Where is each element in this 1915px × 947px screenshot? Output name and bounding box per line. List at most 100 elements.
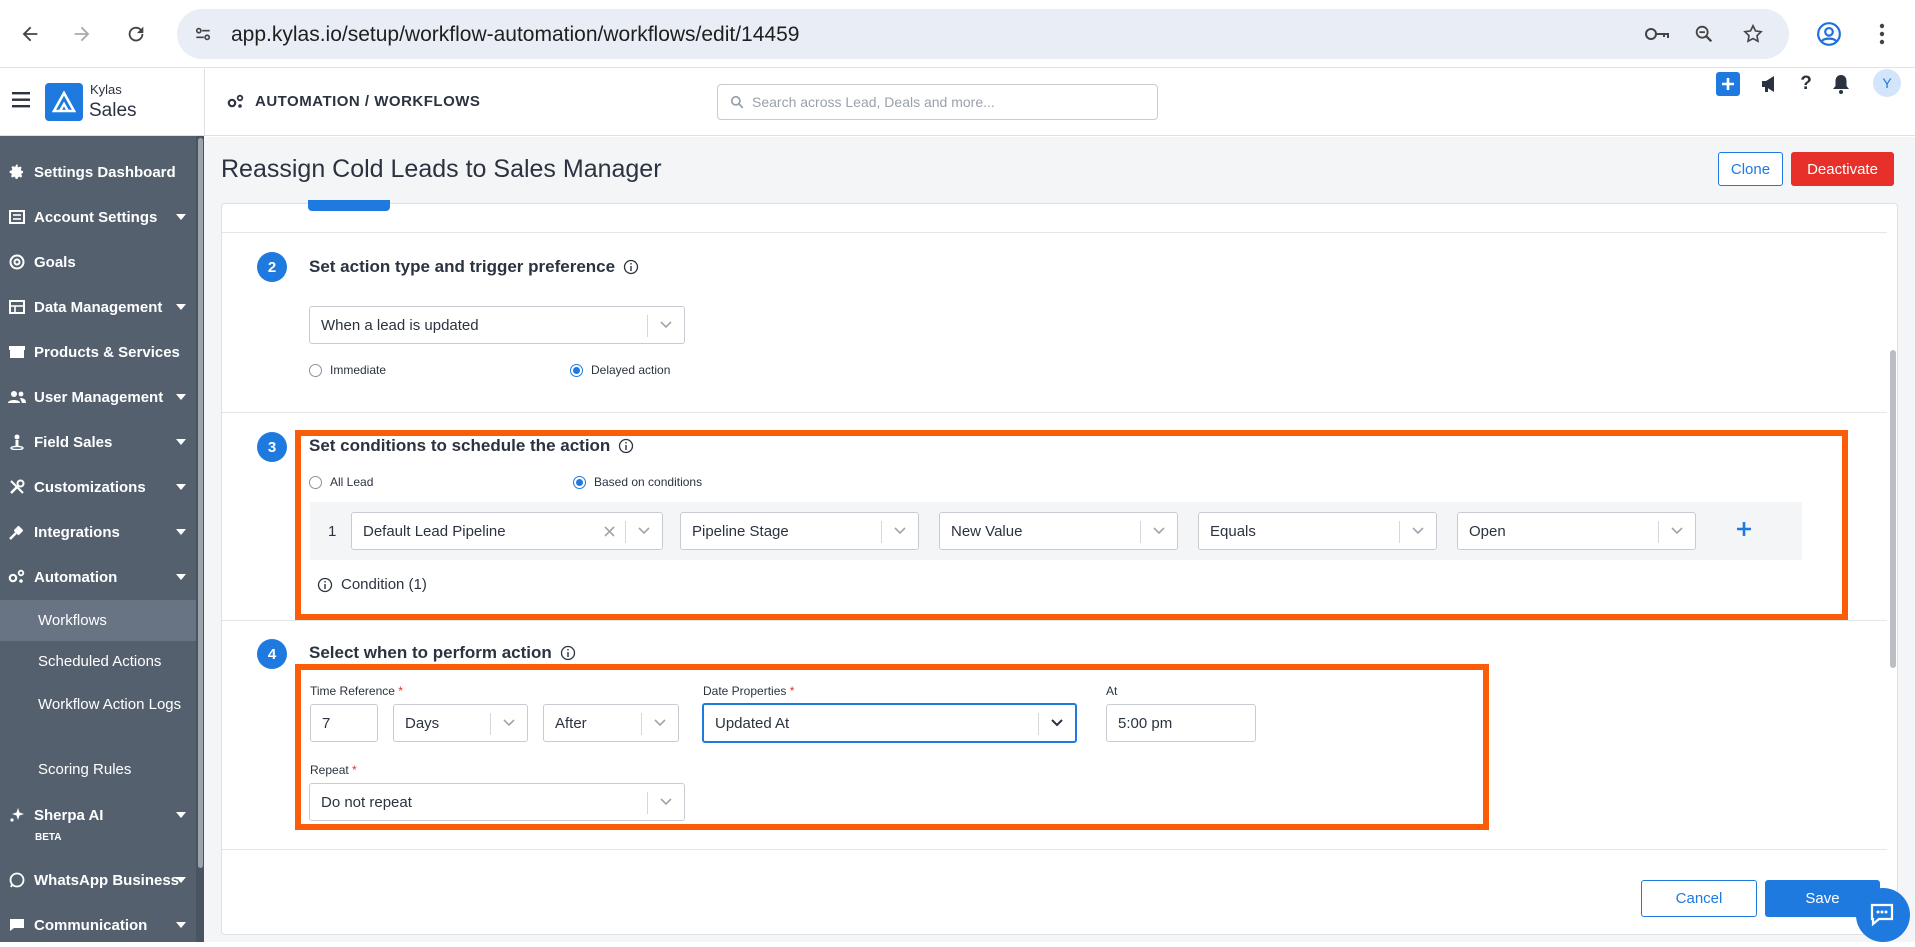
back-icon[interactable]	[12, 16, 48, 52]
radio-circle	[309, 363, 322, 377]
sidebar-item-whatsapp-business[interactable]: WhatsApp Business	[0, 858, 196, 902]
site-settings-icon[interactable]	[189, 20, 217, 48]
caret-down-icon	[176, 304, 186, 310]
sidebar-item-label: Field Sales	[34, 433, 113, 451]
sidebar-item-label: Customizations	[34, 478, 146, 496]
browser-toolbar: app.kylas.io/setup/workflow-automation/w…	[0, 0, 1915, 68]
info-icon[interactable]	[560, 645, 576, 661]
step-number-badge: 2	[257, 252, 287, 282]
sidebar-item-data-management[interactable]: Data Management	[0, 285, 196, 329]
address-bar[interactable]: app.kylas.io/setup/workflow-automation/w…	[177, 9, 1789, 59]
automation-icon	[227, 94, 244, 108]
sidebar-item-field-sales[interactable]: Field Sales	[0, 420, 196, 464]
plug-icon	[8, 523, 26, 541]
target-icon	[8, 253, 26, 271]
trigger-select[interactable]: When a lead is updated	[309, 306, 685, 344]
sidebar-item-label: Sherpa AI	[34, 806, 104, 824]
sidebar-item-sherpa-ai[interactable]: Sherpa AI	[0, 793, 196, 837]
global-search-input[interactable]: Search across Lead, Deals and more...	[717, 84, 1158, 120]
caret-down-icon	[176, 877, 186, 883]
user-avatar[interactable]: Y	[1873, 69, 1901, 97]
reload-icon[interactable]	[118, 16, 154, 52]
account-icon	[8, 208, 26, 226]
tools-icon	[8, 478, 26, 496]
radio-delayed-action[interactable]: Delayed action	[570, 363, 670, 377]
zoom-icon[interactable]	[1690, 20, 1718, 48]
deactivate-button[interactable]: Deactivate	[1791, 152, 1894, 186]
radio-label: Delayed action	[591, 363, 671, 377]
brand-product: Sales	[89, 100, 137, 121]
section-title-text: Set action type and trigger preference	[309, 257, 616, 276]
caret-down-icon	[176, 214, 186, 220]
key-icon[interactable]	[1643, 20, 1671, 48]
caret-down-icon	[176, 922, 186, 928]
sidebar-subitem-scoring-rules[interactable]: Scoring Rules	[0, 750, 196, 790]
sidebar-item-goals[interactable]: Goals	[0, 240, 196, 284]
trigger-select-value: When a lead is updated	[321, 316, 479, 334]
forward-icon[interactable]	[64, 16, 100, 52]
chat-support-icon	[1870, 903, 1894, 927]
sidebar-item-customizations[interactable]: Customizations	[0, 465, 196, 509]
sidebar-item-communication[interactable]: Communication	[0, 903, 196, 947]
section-divider	[222, 232, 1887, 233]
sidebar-item-label: Automation	[34, 568, 118, 586]
breadcrumb-text: AUTOMATION / WORKFLOWS	[255, 93, 481, 110]
highlight-box-conditions	[295, 430, 1848, 620]
hamburger-menu-icon[interactable]	[12, 91, 32, 109]
caret-down-icon	[176, 439, 186, 445]
sidebar-item-label: Settings Dashboard	[34, 163, 176, 181]
chevron-down-icon	[660, 321, 672, 329]
whatsapp-icon	[8, 871, 26, 889]
notification-bell-icon[interactable]	[1826, 69, 1856, 99]
section-divider	[222, 412, 1887, 413]
profile-icon[interactable]	[1811, 16, 1847, 52]
cancel-button[interactable]: Cancel	[1641, 880, 1757, 917]
sidebar-item-label: Goals	[34, 253, 76, 271]
caret-down-icon	[176, 484, 186, 490]
sidebar-item-label: Data Management	[34, 298, 163, 316]
sidebar-item-automation[interactable]: Automation	[0, 555, 196, 599]
browser-menu-icon[interactable]	[1864, 16, 1900, 52]
form-scrollbar-thumb[interactable]	[1890, 350, 1896, 668]
caret-down-icon	[176, 394, 186, 400]
radio-immediate[interactable]: Immediate	[309, 363, 386, 377]
caret-down-icon	[176, 812, 186, 818]
box-icon	[8, 343, 26, 361]
clone-button[interactable]: Clone	[1718, 152, 1783, 186]
sidebar-item-products-services[interactable]: Products & Services	[0, 330, 196, 374]
sidebar-item-account-settings[interactable]: Account Settings	[0, 195, 196, 239]
sidebar-subitem-scheduled-actions[interactable]: Scheduled Actions	[0, 642, 196, 682]
caret-down-icon	[176, 574, 186, 580]
sidebar-item-label: Products & Services	[34, 343, 180, 361]
step-number-badge: 4	[257, 639, 287, 669]
select-separator	[647, 315, 648, 337]
kylas-logo-icon[interactable]	[45, 83, 83, 121]
highlight-box-schedule	[295, 664, 1489, 830]
sidebar-item-label: Communication	[34, 916, 148, 934]
table-icon	[8, 298, 26, 316]
app-header: Kylas Sales AUTOMATION / WORKFLOWS Searc…	[0, 69, 1915, 136]
sidebar-item-label: User Management	[34, 388, 164, 406]
add-icon[interactable]	[1713, 69, 1743, 99]
beta-badge: BETA	[35, 832, 62, 843]
sparkle-icon	[8, 806, 26, 824]
chat-support-button[interactable]	[1856, 888, 1910, 942]
previous-section-button-edge[interactable]	[308, 200, 390, 211]
star-icon[interactable]	[1739, 20, 1767, 48]
step-number-badge: 3	[257, 432, 287, 462]
radio-label: Immediate	[330, 363, 387, 377]
search-icon	[730, 95, 744, 109]
sidebar-subitem-workflow-action-logs[interactable]: Workflow Action Logs	[0, 694, 190, 738]
sidebar-subitem-workflows[interactable]: Workflows	[0, 600, 196, 641]
sidebar-item-integrations[interactable]: Integrations	[0, 510, 196, 554]
search-placeholder: Search across Lead, Deals and more...	[752, 94, 995, 110]
brand-name: Kylas	[90, 82, 122, 97]
header-divider	[204, 69, 205, 136]
info-icon[interactable]	[623, 259, 639, 275]
megaphone-icon[interactable]	[1755, 69, 1785, 99]
sidebar-item-settings-dashboard[interactable]: Settings Dashboard	[0, 150, 196, 194]
sidebar-scrollbar-thumb[interactable]	[198, 138, 203, 868]
help-icon[interactable]: ?	[1791, 69, 1821, 99]
breadcrumb: AUTOMATION / WORKFLOWS	[227, 93, 480, 110]
sidebar-item-user-management[interactable]: User Management	[0, 375, 196, 419]
